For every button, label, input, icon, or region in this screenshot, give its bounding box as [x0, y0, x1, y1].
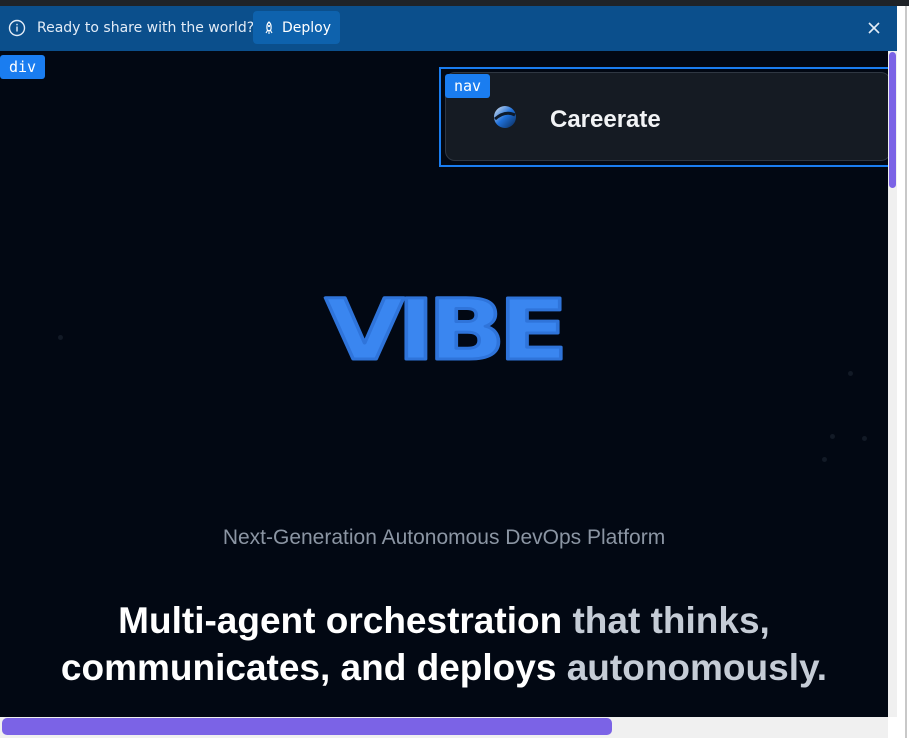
hero-headline: Multi-agent orchestration that thinks, c…	[0, 597, 888, 691]
brand-logo[interactable]	[492, 104, 518, 130]
headline-part1: Multi-agent orchestration	[118, 600, 563, 641]
inspector-div-tag: div	[0, 55, 46, 79]
horizontal-scroll-thumb[interactable]	[2, 718, 612, 735]
vibe-particle-logo: VIBE	[324, 280, 570, 381]
particle	[848, 371, 853, 376]
window-edge	[897, 6, 909, 738]
window-divider	[905, 6, 907, 738]
deploy-button[interactable]: Deploy	[253, 11, 340, 44]
hero-section: VIBE Next-Generation Autonomous DevOps P…	[0, 51, 888, 717]
vertical-scroll-thumb[interactable]	[889, 52, 896, 188]
headline-part4: autonomously.	[566, 647, 828, 688]
vibe-text: VIBE	[325, 283, 562, 369]
particle	[830, 434, 835, 439]
banner-message: Ready to share with the world?	[37, 20, 255, 36]
deploy-button-label: Deploy	[281, 19, 332, 36]
hero-subtitle: Next-Generation Autonomous DevOps Platfo…	[222, 526, 666, 549]
particle	[862, 436, 867, 441]
particle	[58, 335, 63, 340]
info-icon	[8, 19, 26, 37]
deploy-banner: Ready to share with the world? Deploy	[0, 6, 909, 51]
inspector-nav-tag: nav	[445, 74, 491, 98]
headline-part3: communicates, and deploys	[60, 647, 557, 688]
particle	[822, 457, 827, 462]
close-icon[interactable]	[866, 20, 882, 36]
brand-name[interactable]: Careerate	[550, 106, 661, 134]
vibe-wordmark: VIBE	[318, 280, 570, 381]
rocket-icon	[265, 20, 273, 34]
headline-part2: that thinks,	[572, 600, 770, 641]
